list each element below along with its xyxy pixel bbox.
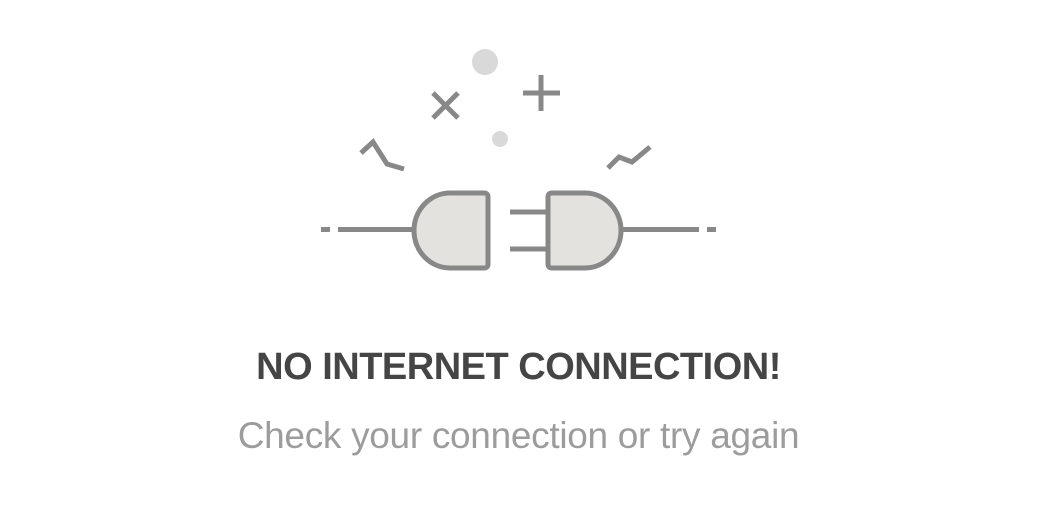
right-plug-body-icon <box>545 190 624 271</box>
left-plug <box>321 190 491 271</box>
left-plug-body-icon <box>411 190 491 271</box>
right-lightning-icon <box>606 145 652 170</box>
no-connection-screen: NO INTERNET CONNECTION! Check your conne… <box>0 0 1063 517</box>
error-subtitle: Check your connection or try again <box>237 415 800 456</box>
error-title: NO INTERNET CONNECTION! <box>256 346 781 388</box>
right-cable-end-icon <box>707 227 716 232</box>
right-plug <box>510 190 716 271</box>
plus-icon <box>523 75 560 111</box>
small-dot-icon <box>492 131 508 147</box>
sparks-group <box>359 49 652 172</box>
left-lightning-icon <box>359 138 405 172</box>
left-cable-end-icon <box>321 227 330 232</box>
large-dot-icon <box>472 49 498 75</box>
cross-icon <box>431 91 460 120</box>
unplugged-plug-illustration <box>321 49 716 271</box>
